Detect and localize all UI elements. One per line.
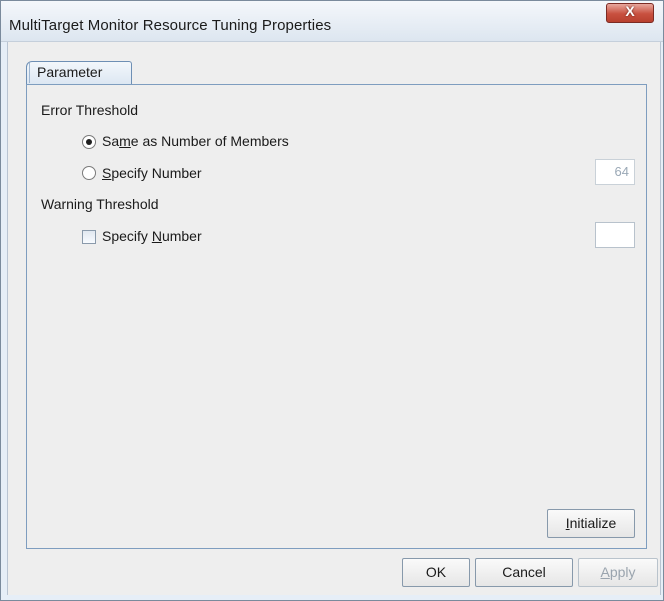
- error-threshold-number-field[interactable]: 64: [595, 159, 635, 185]
- warning-threshold-number-field[interactable]: [595, 222, 635, 248]
- same-as-members-radio[interactable]: [82, 135, 96, 149]
- error-specify-number-label[interactable]: Specify Number: [102, 165, 202, 181]
- tab-highlight: [29, 63, 30, 83]
- warning-specify-number-checkbox[interactable]: [82, 230, 96, 244]
- warning-threshold-heading: Warning Threshold: [41, 196, 159, 212]
- tab-label: Parameter: [37, 64, 103, 80]
- apply-button[interactable]: Apply: [578, 558, 658, 587]
- error-specify-number-radio[interactable]: [82, 166, 96, 180]
- dialog-window: MultiTarget Monitor Resource Tuning Prop…: [0, 0, 664, 601]
- window-title: MultiTarget Monitor Resource Tuning Prop…: [9, 17, 332, 34]
- error-threshold-heading: Error Threshold: [41, 102, 139, 118]
- initialize-button[interactable]: Initialize: [547, 509, 635, 538]
- title-bar[interactable]: MultiTarget Monitor Resource Tuning Prop…: [1, 1, 663, 42]
- ok-button[interactable]: OK: [402, 558, 470, 587]
- cancel-button[interactable]: Cancel: [475, 558, 573, 587]
- tab-parameter[interactable]: Parameter: [26, 61, 132, 85]
- parameter-panel: [26, 84, 647, 549]
- close-icon: X: [625, 3, 635, 19]
- warning-specify-number-label[interactable]: Specify Number: [102, 228, 202, 244]
- close-button[interactable]: X: [606, 3, 654, 23]
- same-as-members-label[interactable]: Same as Number of Members: [102, 133, 289, 149]
